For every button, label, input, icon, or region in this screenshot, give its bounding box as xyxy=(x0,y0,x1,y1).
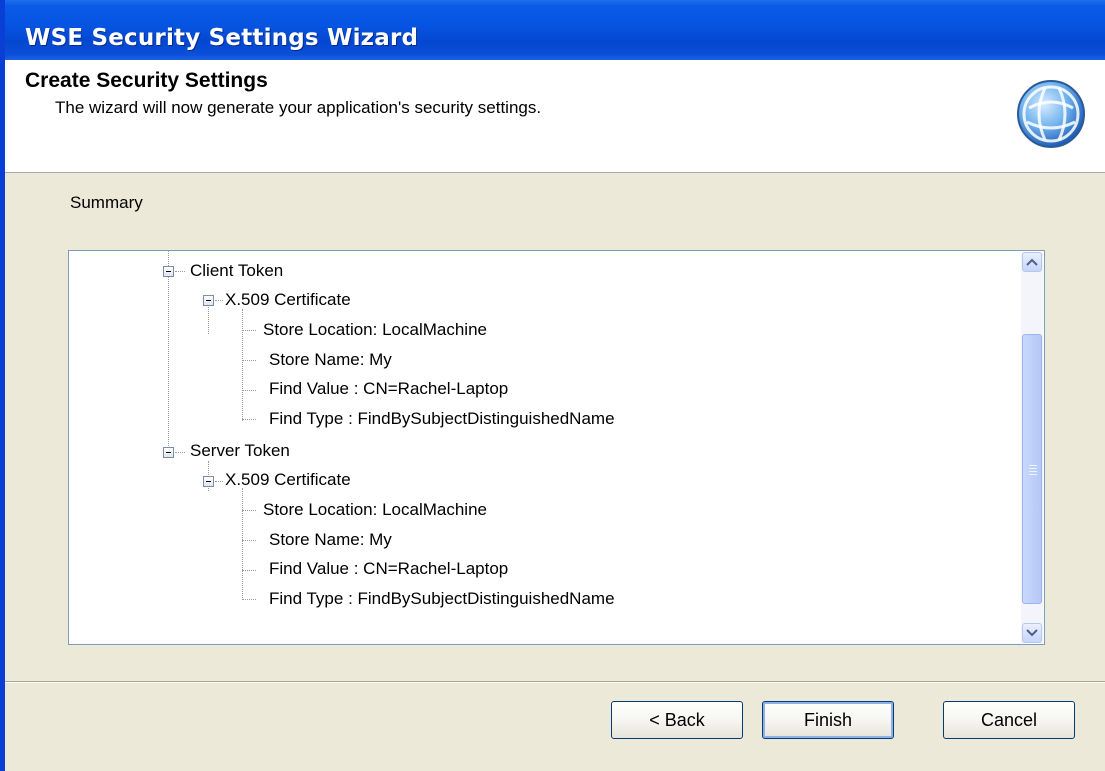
vertical-scrollbar[interactable] xyxy=(1021,252,1043,643)
tree-node-server-token[interactable]: Server Token xyxy=(190,441,290,461)
tree-leaf[interactable]: Store Location: LocalMachine xyxy=(263,320,487,340)
page-title: Create Security Settings xyxy=(25,69,268,92)
scroll-grip xyxy=(1029,468,1037,469)
tree-connector xyxy=(242,570,256,571)
tree-connector xyxy=(242,390,256,391)
page-subtitle: The wizard will now generate your applic… xyxy=(55,98,542,117)
wizard-window: WSE Security Settings Wizard Create Secu… xyxy=(0,0,1105,771)
tree-node-server-cert[interactable]: X.509 Certificate xyxy=(225,470,351,490)
collapse-icon[interactable] xyxy=(163,447,174,458)
title-bar[interactable]: WSE Security Settings Wizard xyxy=(5,0,1105,60)
scroll-grip xyxy=(1029,471,1037,472)
chevron-up-icon xyxy=(1026,258,1038,266)
collapse-icon[interactable] xyxy=(203,295,214,306)
tree-leaf[interactable]: Find Value : CN=Rachel-Laptop xyxy=(269,559,508,579)
tree-connector xyxy=(175,452,185,453)
summary-label: Summary xyxy=(70,193,143,212)
tree-connector xyxy=(215,481,223,482)
scroll-grip xyxy=(1029,474,1037,475)
collapse-icon[interactable] xyxy=(163,266,174,277)
tree-connector xyxy=(242,510,256,511)
tree-connector xyxy=(215,300,223,301)
wizard-header: Create Security Settings The wizard will… xyxy=(5,60,1105,173)
footer-divider xyxy=(5,681,1105,683)
tree-connector xyxy=(242,309,243,421)
back-button[interactable]: < Back xyxy=(611,701,743,739)
tree-connector xyxy=(208,304,209,334)
tree-leaf[interactable]: Find Value : CN=Rachel-Laptop xyxy=(269,379,508,399)
summary-tree[interactable]: Client Token X.509 Certificate Store Loc… xyxy=(68,250,1045,645)
scroll-up-button[interactable] xyxy=(1022,252,1042,272)
tree-connector xyxy=(242,488,243,600)
tree-leaf[interactable]: Find Type : FindBySubjectDistinguishedNa… xyxy=(269,409,615,429)
tree-leaf[interactable]: Store Location: LocalMachine xyxy=(263,500,487,520)
chevron-down-icon xyxy=(1026,629,1038,637)
tree-connector xyxy=(242,330,256,331)
window-title: WSE Security Settings Wizard xyxy=(25,25,419,51)
tree-connector xyxy=(168,251,169,456)
tree-connector xyxy=(242,540,256,541)
finish-button[interactable]: Finish xyxy=(762,701,894,739)
tree-node-client-cert[interactable]: X.509 Certificate xyxy=(225,290,351,310)
cancel-button[interactable]: Cancel xyxy=(943,701,1075,739)
scroll-grip xyxy=(1029,465,1037,466)
tree-leaf[interactable]: Store Name: My xyxy=(269,350,392,370)
collapse-icon[interactable] xyxy=(203,476,214,487)
tree-leaf[interactable]: Find Type : FindBySubjectDistinguishedNa… xyxy=(269,589,615,609)
tree-connector xyxy=(242,599,256,600)
tree-connector xyxy=(242,419,256,420)
scroll-thumb[interactable] xyxy=(1022,334,1042,604)
globe-icon xyxy=(1017,80,1085,148)
tree-connector xyxy=(242,360,256,361)
tree-node-client-token[interactable]: Client Token xyxy=(190,261,283,281)
scroll-down-button[interactable] xyxy=(1022,623,1042,643)
tree-connector xyxy=(175,271,185,272)
tree-leaf[interactable]: Store Name: My xyxy=(269,530,392,550)
